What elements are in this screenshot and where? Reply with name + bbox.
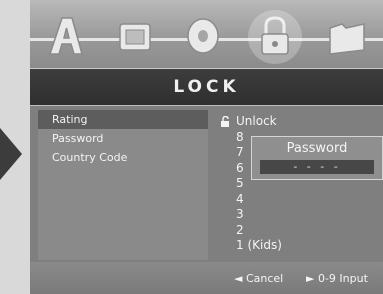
disc-tab-icon[interactable] [182, 14, 224, 58]
rating-level-2[interactable]: 2 [220, 223, 282, 239]
password-dialog: Password - - - - [251, 136, 383, 180]
rating-unlock[interactable]: Unlock [220, 114, 282, 130]
rating-level-3[interactable]: 3 [220, 207, 282, 223]
password-dialog-title: Password [286, 141, 348, 156]
bottom-hint-bar: ◄ Cancel ► 0-9 Input [30, 262, 383, 294]
folder-tab-icon[interactable] [326, 14, 368, 58]
menu-item-rating[interactable]: Rating [38, 110, 208, 129]
unlock-icon [221, 115, 229, 127]
lock-tab-icon[interactable] [248, 10, 302, 64]
page-title: LOCK [173, 77, 240, 97]
menu-item-country-code[interactable]: Country Code [38, 148, 208, 167]
settings-menu: Rating Password Country Code [38, 110, 208, 260]
cancel-hint[interactable]: ◄ Cancel [234, 272, 283, 285]
rating-level-4[interactable]: 4 [220, 192, 282, 208]
password-field[interactable]: - - - - [260, 160, 374, 174]
picture-tab-icon[interactable] [114, 14, 156, 58]
pointer-arrow-stem [0, 143, 6, 165]
input-hint: ► 0-9 Input [306, 272, 368, 285]
rating-level-1-kids[interactable]: 1 (Kids) [220, 238, 282, 254]
audio-tab-icon[interactable] [44, 14, 86, 58]
top-icon-bar [30, 0, 383, 68]
rating-list: Unlock 8 7 6 5 4 3 2 1 (Kids) [220, 114, 282, 254]
menu-item-password[interactable]: Password [38, 129, 208, 148]
title-bar: LOCK [30, 68, 383, 106]
tv-screen: LOCK Rating Password Country Code Unlock… [30, 0, 383, 294]
rating-unlock-label: Unlock [236, 114, 277, 128]
